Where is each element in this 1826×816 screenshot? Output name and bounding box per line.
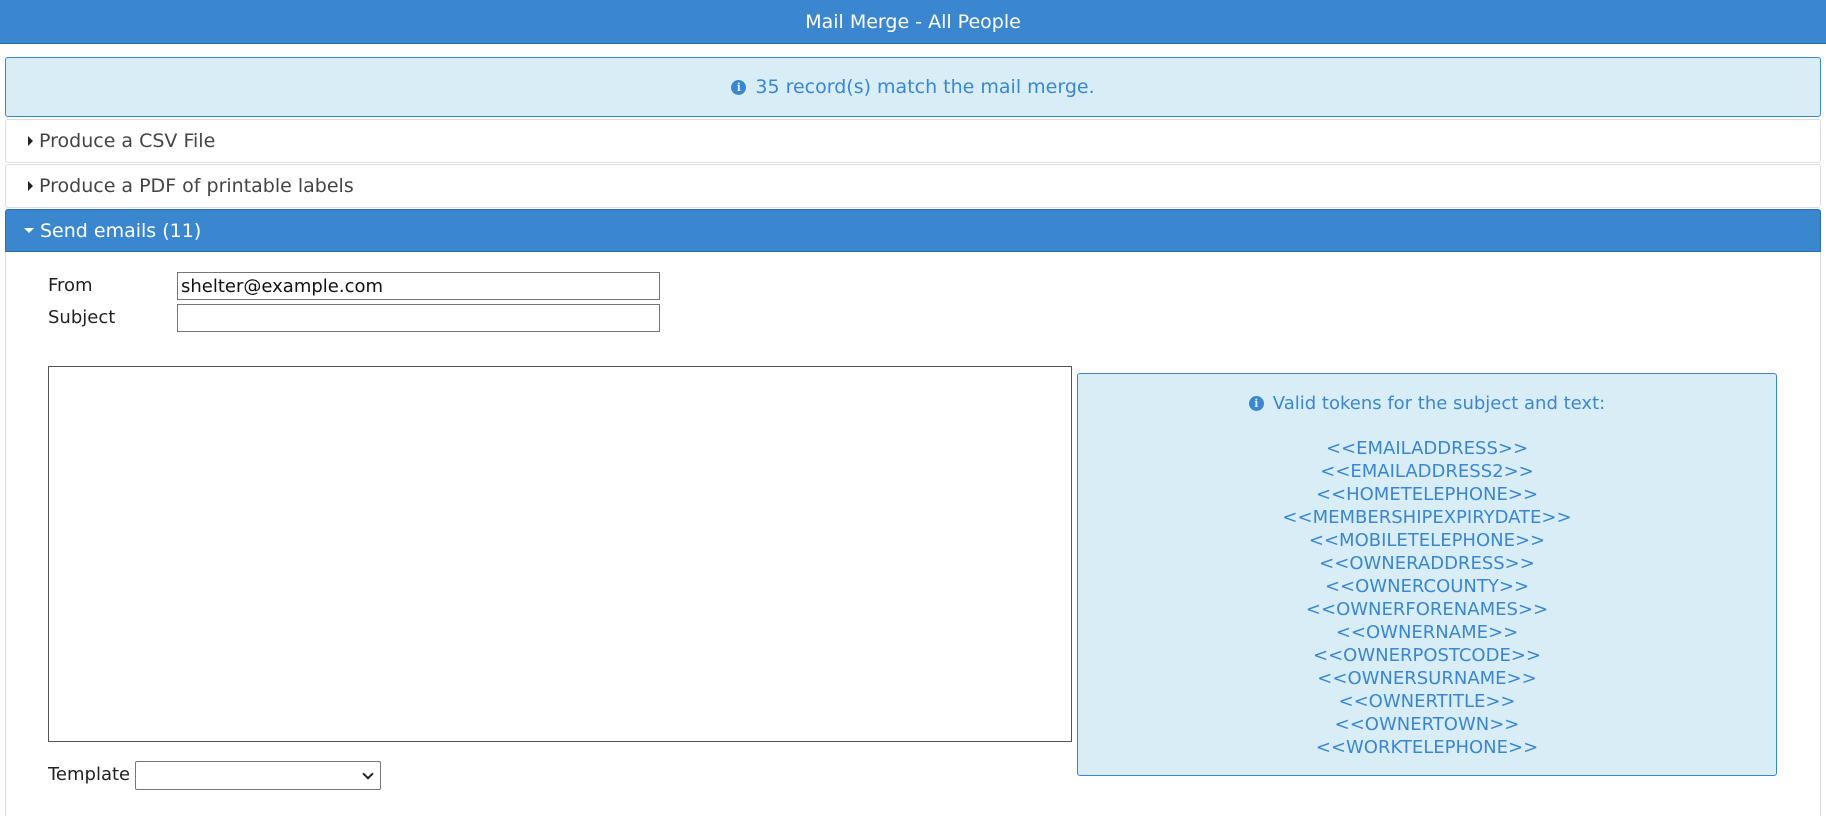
accordion-label-pdf-labels: Produce a PDF of printable labels [39,175,354,197]
caret-down-icon [24,228,34,233]
dialog-title-bar: Mail Merge - All People [0,0,1826,44]
token-item: <<OWNERADDRESS>> [1319,553,1535,574]
token-item: <<EMAILADDRESS2>> [1320,461,1534,482]
info-circle-icon: i [731,79,747,95]
accordion-label-csv: Produce a CSV File [39,130,216,152]
match-info-banner: i 35 record(s) match the mail merge. [5,57,1821,117]
token-item: <<EMAILADDRESS>> [1325,438,1529,459]
token-item: <<OWNERCOUNTY>> [1324,576,1530,597]
tokens-header: i Valid tokens for the subject and text: [1078,391,1776,415]
token-item: <<OWNERPOSTCODE>> [1313,645,1541,666]
template-label: Template [48,764,131,785]
caret-right-icon [28,136,33,146]
valid-tokens-box: i Valid tokens for the subject and text:… [1077,373,1777,776]
template-select[interactable] [135,761,381,790]
token-item: <<HOMETELEPHONE>> [1315,484,1539,505]
from-input[interactable] [177,272,660,300]
from-label: From [48,275,93,296]
chevron-down-icon [362,768,374,780]
token-item: <<OWNERSURNAME>> [1317,668,1537,689]
dialog-title: Mail Merge - All People [805,10,1021,33]
token-item: <<OWNERTOWN>> [1334,714,1520,735]
accordion-label-send-emails: Send emails (11) [40,219,202,242]
token-item: <<MEMBERSHIPEXPIRYDATE>> [1282,507,1572,528]
token-item: <<OWNERFORENAMES>> [1305,599,1549,620]
match-info-text: 35 record(s) match the mail merge. [755,76,1095,98]
accordion-header-csv[interactable]: Produce a CSV File [5,119,1821,163]
tokens-list: <<EMAILADDRESS>> <<EMAILADDRESS2>> <<HOM… [1078,437,1776,759]
email-body-textarea[interactable] [48,366,1072,742]
token-item: <<OWNERTITLE>> [1338,691,1516,712]
caret-right-icon [28,181,33,191]
accordion-header-pdf-labels[interactable]: Produce a PDF of printable labels [5,164,1821,208]
token-item: <<MOBILETELEPHONE>> [1308,530,1546,551]
info-circle-icon: i [1248,395,1264,411]
subject-input[interactable] [177,304,660,332]
token-item: <<OWNERNAME>> [1335,622,1519,643]
subject-label: Subject [48,307,116,328]
accordion-header-send-emails[interactable]: Send emails (11) [5,209,1821,252]
token-item: <<WORKTELEPHONE>> [1315,737,1539,758]
tokens-title: Valid tokens for the subject and text: [1272,392,1606,414]
